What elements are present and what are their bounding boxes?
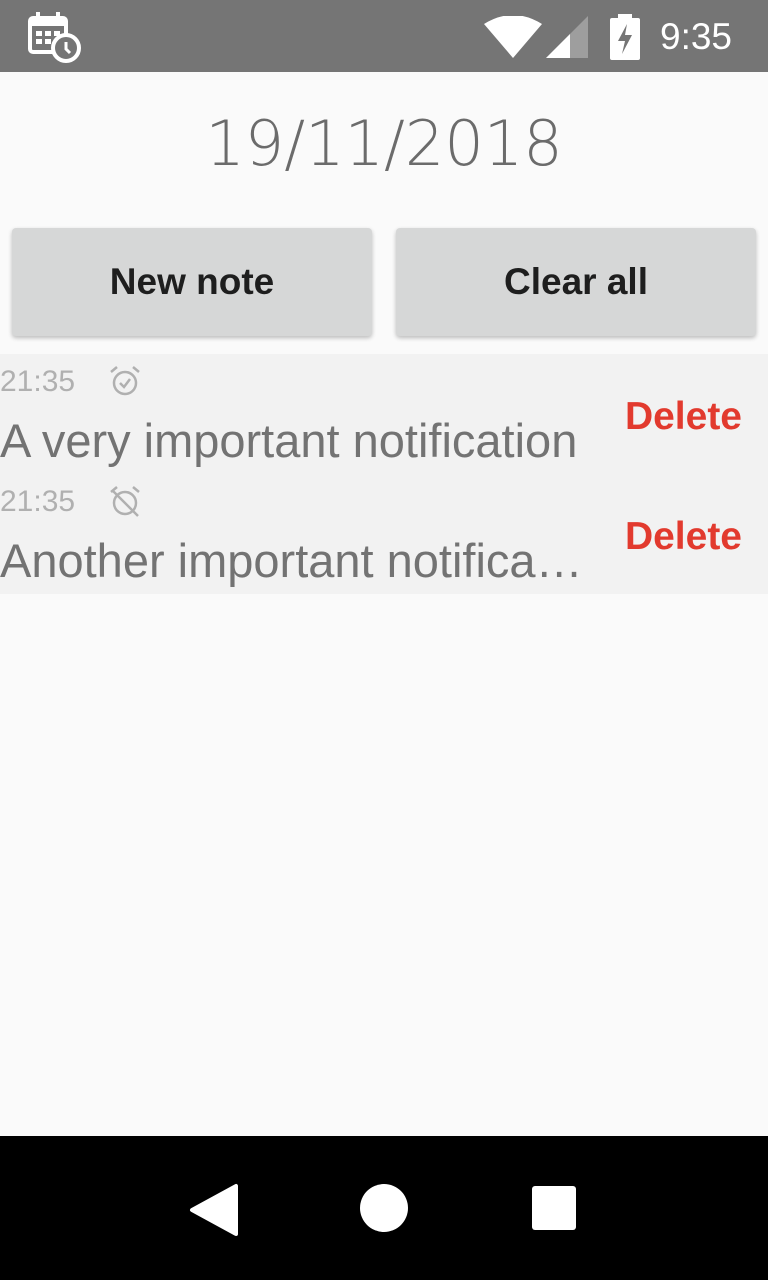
wifi-icon xyxy=(484,16,542,58)
note-text: Another important notification xyxy=(0,534,590,587)
recents-icon[interactable] xyxy=(530,1184,578,1232)
signal-icon xyxy=(546,16,588,58)
clear-all-button[interactable]: Clear all xyxy=(396,228,756,336)
delete-button[interactable]: Delete xyxy=(625,512,742,562)
new-note-button[interactable]: New note xyxy=(12,228,372,336)
note-time: 21:35 xyxy=(0,365,76,398)
list-item[interactable]: 21:35 A very important notification Dele… xyxy=(0,354,768,474)
list-item[interactable]: 21:35 Another important notification Del… xyxy=(0,474,768,594)
home-icon[interactable] xyxy=(358,1182,410,1234)
battery-charging-icon xyxy=(610,14,640,60)
note-time: 21:35 xyxy=(0,485,76,518)
calendar-clock-icon xyxy=(28,12,81,63)
notes-list: 21:35 A very important notification Dele… xyxy=(0,354,768,594)
date-title: 19/11/2018 xyxy=(205,107,563,180)
delete-button[interactable]: Delete xyxy=(625,392,742,442)
status-bar: 9:35 xyxy=(0,0,768,72)
back-icon[interactable] xyxy=(186,1182,240,1238)
navigation-bar xyxy=(0,1136,768,1280)
note-text: A very important notification xyxy=(0,414,578,467)
status-clock: 9:35 xyxy=(660,16,733,57)
alarm-on-icon[interactable] xyxy=(108,364,142,398)
alarm-off-icon[interactable] xyxy=(108,484,142,518)
app-screen: 9:35 19/11/2018 New note Clear all 21:35… xyxy=(0,0,768,1280)
